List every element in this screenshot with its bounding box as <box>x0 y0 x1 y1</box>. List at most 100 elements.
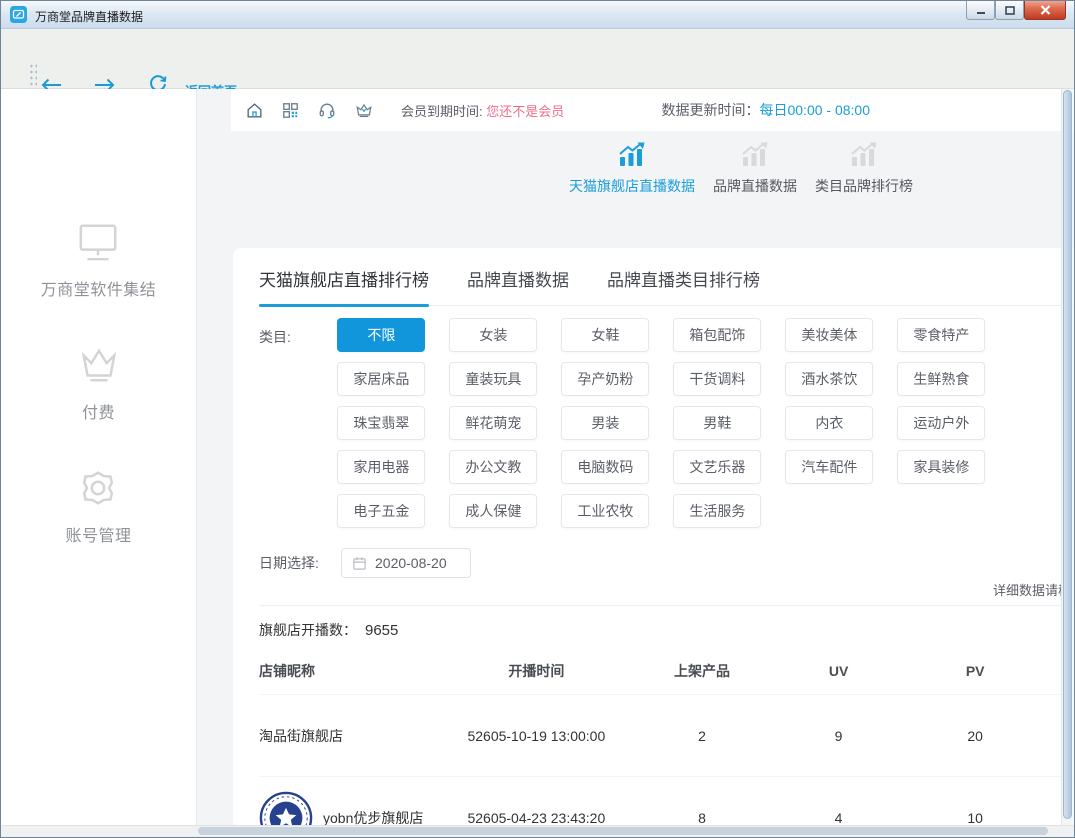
main-region: 会员到期时间: 您还不是会员 数据更新时间：每日00:00 - 08:00 天猫… <box>197 89 1074 825</box>
broadcast-count-label: 旗舰店开播数： <box>259 622 357 638</box>
calendar-icon <box>352 556 367 571</box>
category-button[interactable]: 家具装修 <box>897 450 985 484</box>
category-button[interactable]: 干货调料 <box>673 362 761 396</box>
category-button[interactable]: 生活服务 <box>673 494 761 528</box>
sidebar-item-account[interactable]: 账号管理 <box>65 467 131 546</box>
category-button[interactable]: 家用电器 <box>337 450 425 484</box>
close-button[interactable] <box>1024 1 1066 20</box>
category-button[interactable]: 箱包配饰 <box>673 318 761 352</box>
category-button[interactable]: 汽车配件 <box>785 450 873 484</box>
maximize-button[interactable] <box>995 1 1024 20</box>
pv-cell: 10 <box>905 810 1046 826</box>
tab-brand-category-ranking[interactable]: 品牌直播类目排行榜 <box>607 266 760 305</box>
member-expiry-label: 会员到期时间: <box>401 104 483 119</box>
col-shop-name: 店铺昵称 <box>259 661 441 681</box>
toolbar: 返回首页 <box>1 29 1074 89</box>
shop-logo <box>259 791 313 826</box>
category-button[interactable]: 成人保健 <box>449 494 537 528</box>
shop-name: 淘品街旗舰店 <box>259 726 343 746</box>
sidebar-item-label: 付费 <box>82 399 115 423</box>
category-button[interactable]: 工业农牧 <box>561 494 649 528</box>
nav-item-label: 品牌直播数据 <box>713 176 797 196</box>
tab-flagship-ranking[interactable]: 天猫旗舰店直播排行榜 <box>259 266 429 305</box>
category-button[interactable]: 男鞋 <box>673 406 761 440</box>
update-time-value: 每日00:00 - 08:00 <box>759 102 870 118</box>
category-button[interactable]: 家居床品 <box>337 362 425 396</box>
uv-cell: 4 <box>772 810 904 826</box>
date-filter: 日期选择: 2020-08-20 <box>259 548 1074 578</box>
category-button[interactable]: 不限 <box>337 318 425 352</box>
vertical-scrollbar[interactable] <box>1061 89 1073 825</box>
table-row[interactable]: yobn优步旗舰店 52605-04-23 23:43:20 8 4 10 <box>259 776 1074 825</box>
home-icon[interactable] <box>245 101 264 120</box>
divider <box>259 605 1074 606</box>
date-label: 日期选择: <box>259 553 341 573</box>
pv-cell: 20 <box>905 728 1046 744</box>
app-window: 万商堂品牌直播数据 返回首页 <box>0 0 1075 838</box>
qr-code-icon[interactable] <box>281 101 300 120</box>
category-button[interactable]: 文艺乐器 <box>673 450 761 484</box>
products-cell: 8 <box>632 810 773 826</box>
broadcast-count: 旗舰店开播数：9655 <box>259 620 1074 640</box>
sidebar-item-label: 账号管理 <box>65 522 131 546</box>
title-bar: 万商堂品牌直播数据 <box>1 1 1074 29</box>
vertical-scrollbar-thumb[interactable] <box>1063 90 1072 819</box>
nav-item-label: 天猫旗舰店直播数据 <box>569 176 695 196</box>
crown-icon <box>76 344 122 391</box>
category-button[interactable]: 男装 <box>561 406 649 440</box>
products-cell: 2 <box>632 728 773 744</box>
table-header-row: 店铺昵称 开播时间 上架产品 UV PV <box>259 648 1074 694</box>
tab-brand-live-data[interactable]: 品牌直播数据 <box>467 266 569 305</box>
member-expiry: 会员到期时间: 您还不是会员 <box>401 101 564 120</box>
member-expiry-value: 您还不是会员 <box>486 104 564 119</box>
category-button[interactable]: 运动户外 <box>897 406 985 440</box>
live-ranking-table: 店铺昵称 开播时间 上架产品 UV PV 淘品街旗舰店 52605-10-19 … <box>259 648 1074 825</box>
start-time-cell: 52605-10-19 13:00:00 <box>441 728 631 744</box>
category-button[interactable]: 孕产奶粉 <box>561 362 649 396</box>
category-button[interactable]: 办公文教 <box>449 450 537 484</box>
table-row[interactable]: 淘品街旗舰店 52605-10-19 13:00:00 2 9 20 <box>259 694 1074 776</box>
bar-chart-icon <box>849 141 879 167</box>
nav-item-label: 类目品牌排行榜 <box>815 176 913 196</box>
category-grid: 不限 女装 女鞋 箱包配饰 美妆美体 零食特产 家居床品 童装玩具 孕产奶粉 干… <box>337 318 1074 538</box>
horizontal-scrollbar-thumb[interactable] <box>198 827 1048 835</box>
category-button[interactable]: 珠宝翡翠 <box>337 406 425 440</box>
monitor-icon <box>75 221 121 268</box>
top-nav: 天猫旗舰店直播数据 品牌直播数据 类目品牌排行榜 <box>569 141 913 196</box>
shop-name: yobn优步旗舰店 <box>323 808 423 826</box>
date-value: 2020-08-20 <box>375 555 447 571</box>
nav-item-brand-live-data[interactable]: 品牌直播数据 <box>713 141 797 196</box>
start-time-cell: 52605-04-23 23:43:20 <box>441 810 631 826</box>
category-button[interactable]: 酒水茶饮 <box>785 362 873 396</box>
data-update-time: 数据更新时间：每日00:00 - 08:00 <box>661 100 870 120</box>
category-button[interactable]: 内衣 <box>785 406 873 440</box>
sidebar-item-label: 万商堂软件集结 <box>41 276 157 300</box>
category-button[interactable]: 电子五金 <box>337 494 425 528</box>
col-products: 上架产品 <box>632 661 773 681</box>
category-button[interactable]: 美妆美体 <box>785 318 873 352</box>
nav-item-category-brand-ranking[interactable]: 类目品牌排行榜 <box>815 141 913 196</box>
category-button[interactable]: 零食特产 <box>897 318 985 352</box>
category-label: 类目: <box>259 318 337 538</box>
category-button[interactable]: 鲜花萌宠 <box>449 406 537 440</box>
headset-icon[interactable] <box>317 101 337 120</box>
bar-chart-icon <box>617 141 647 167</box>
detail-note: 详细数据请移 <box>259 580 1074 599</box>
category-button[interactable]: 童装玩具 <box>449 362 537 396</box>
tab-bar: 天猫旗舰店直播排行榜 品牌直播数据 品牌直播类目排行榜 <box>259 266 1074 306</box>
category-button[interactable]: 女鞋 <box>561 318 649 352</box>
vip-crown-icon[interactable] <box>354 101 374 120</box>
bar-chart-icon <box>740 141 770 167</box>
minimize-button[interactable] <box>966 1 995 20</box>
category-button[interactable]: 女装 <box>449 318 537 352</box>
horizontal-scrollbar[interactable] <box>2 825 1073 836</box>
sidebar-item-software-hub[interactable]: 万商堂软件集结 <box>41 221 157 300</box>
shop-name-cell: 淘品街旗舰店 <box>259 726 441 746</box>
nav-item-tmall-flagship-live[interactable]: 天猫旗舰店直播数据 <box>569 141 695 196</box>
category-button[interactable]: 电脑数码 <box>561 450 649 484</box>
date-picker-input[interactable]: 2020-08-20 <box>341 548 471 578</box>
category-button[interactable]: 生鲜熟食 <box>897 362 985 396</box>
sidebar-item-payment[interactable]: 付费 <box>76 344 122 423</box>
col-uv: UV <box>772 663 904 679</box>
col-start-time: 开播时间 <box>441 661 631 681</box>
